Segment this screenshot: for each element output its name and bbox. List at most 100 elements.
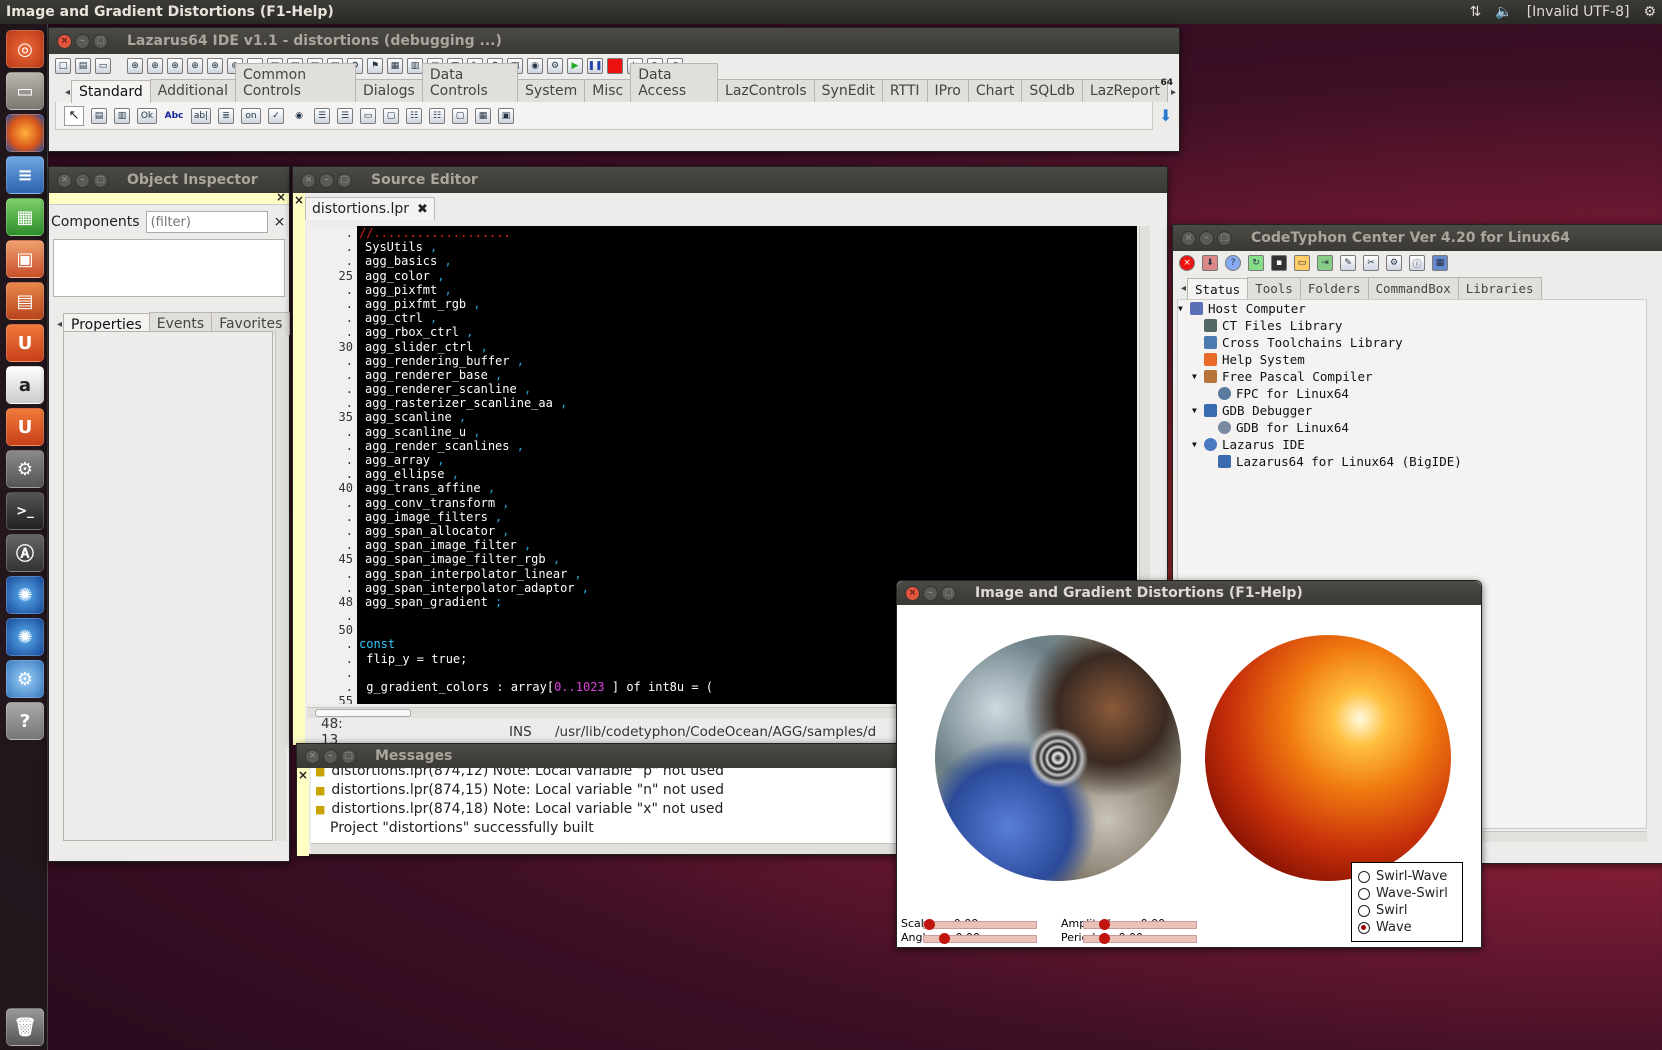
minimize-icon[interactable]: –	[323, 748, 338, 764]
close-icon[interactable]: ×	[305, 748, 320, 764]
radio-swirl[interactable]: Swirl	[1358, 902, 1462, 919]
tab-status[interactable]: Status	[1187, 278, 1249, 300]
file-tab[interactable]: distortions.lpr ✖	[305, 197, 435, 220]
maximize-icon[interactable]: □	[93, 172, 108, 188]
info-icon[interactable]: ⓘ	[1409, 255, 1425, 271]
firefox-icon[interactable]	[6, 114, 44, 152]
download-icon[interactable]: ⬇	[1202, 255, 1218, 271]
tradiogroup-icon[interactable]: ☷	[406, 107, 422, 124]
close-icon[interactable]: ×	[57, 33, 72, 49]
tbutton-icon[interactable]: Ok	[137, 107, 157, 124]
tab-system[interactable]: System	[517, 79, 586, 102]
tradiobutton-icon[interactable]: ◉	[291, 108, 307, 124]
message-item[interactable]: ■ distortions.lpr(874,12) Note: Local var…	[311, 768, 905, 782]
save-all-icon[interactable]: ⊕	[167, 58, 183, 74]
tab-additional[interactable]: Additional	[149, 79, 237, 102]
ubuntu-one-icon[interactable]: U	[6, 324, 44, 362]
tcheckbox-icon[interactable]: ✓	[268, 107, 284, 124]
scale-slider[interactable]	[923, 919, 1037, 930]
folder-icon[interactable]: ▭	[1294, 255, 1310, 271]
tree-node[interactable]: CT Files Library	[1178, 317, 1646, 334]
open-file-icon[interactable]: ⊕	[127, 58, 143, 74]
messages-list[interactable]: ■ distortions.lpr(874,12) Note: Local var…	[311, 768, 905, 844]
close-icon[interactable]: ×	[301, 172, 316, 188]
tab-ipro[interactable]: IPro	[926, 79, 969, 102]
view-units-icon[interactable]: ⊕	[207, 58, 223, 74]
tmainmenu-icon[interactable]: ▤	[91, 107, 107, 124]
close-icon[interactable]: ×	[57, 172, 72, 188]
codetyphon-swirl-icon[interactable]: ✺	[6, 576, 44, 614]
trash-icon[interactable]: 🗑	[6, 1008, 44, 1046]
radio-wave-swirl[interactable]: Wave-Swirl	[1358, 885, 1462, 902]
impress-icon[interactable]: ▣	[6, 240, 44, 278]
toggle-form-icon[interactable]: ⊕	[187, 58, 203, 74]
ubuntu-one-music-icon[interactable]: U	[6, 408, 44, 446]
minimize-icon[interactable]: –	[75, 33, 90, 49]
tab-libraries[interactable]: Libraries	[1457, 277, 1542, 299]
tab-lazcontrols[interactable]: LazControls	[717, 79, 815, 102]
tlistbox-icon[interactable]: ☰	[314, 107, 330, 124]
period-slider-knob[interactable]	[1099, 933, 1111, 944]
tab-chart[interactable]: Chart	[967, 79, 1023, 102]
ubuntu-dash-icon[interactable]: ◎	[6, 30, 44, 68]
brush-icon[interactable]: ✎	[1340, 255, 1356, 271]
tscrollbar-icon[interactable]: ▭	[360, 107, 376, 124]
pause-icon[interactable]: ❚❚	[587, 58, 603, 74]
amplitude-slider-knob[interactable]	[1099, 919, 1111, 930]
layout-icon[interactable]: ▥	[407, 58, 423, 74]
maximize-icon[interactable]: □	[337, 172, 352, 188]
update-manager-icon[interactable]: Ⓐ	[6, 534, 44, 572]
gear-icon[interactable]: ⚙	[1643, 4, 1656, 20]
tree-node[interactable]: Lazarus64 for Linux64 (BigIDE)	[1178, 453, 1646, 470]
tcombobox-icon[interactable]: ☰	[337, 107, 353, 124]
network-arrows-icon[interactable]: ⇅	[1470, 4, 1482, 20]
tab-standard[interactable]: Standard	[71, 80, 151, 103]
maximize-icon[interactable]: □	[341, 748, 356, 764]
download-arrow-icon[interactable]: ⬇	[1159, 106, 1175, 125]
tab-misc[interactable]: Misc	[584, 79, 632, 102]
lazarus64-icon[interactable]: ▦	[1432, 255, 1448, 271]
period-slider[interactable]	[1083, 933, 1197, 944]
codetyphon-center-icon[interactable]: ✺	[6, 618, 44, 656]
help-icon[interactable]: ?	[1225, 255, 1241, 271]
tmemo-icon[interactable]: ≣	[218, 107, 234, 124]
tree-node[interactable]: FPC for Linux64	[1178, 385, 1646, 402]
tree-node[interactable]: GDB for Linux64	[1178, 419, 1646, 436]
ttogglebox-icon[interactable]: on	[241, 107, 261, 124]
close-circle-icon[interactable]: ×	[1179, 255, 1195, 271]
tab-commandbox[interactable]: CommandBox	[1367, 277, 1459, 299]
tree-node[interactable]: ▼ Free Pascal Compiler	[1178, 368, 1646, 385]
close-dock-icon[interactable]: ×	[297, 768, 308, 782]
breakpoint-icon[interactable]: ◉	[527, 58, 543, 74]
run-icon[interactable]: ▶	[567, 58, 583, 74]
tree-node[interactable]: Help System	[1178, 351, 1646, 368]
close-dock-icon[interactable]: ×	[276, 190, 286, 204]
tree-node[interactable]: ▼ GDB Debugger	[1178, 402, 1646, 419]
stop-icon[interactable]: ■	[607, 58, 623, 74]
tools-icon[interactable]: ✂	[1363, 255, 1379, 271]
tab-tools[interactable]: Tools	[1247, 277, 1301, 299]
tab-dialogs[interactable]: Dialogs	[354, 79, 423, 102]
radio-wave[interactable]: Wave	[1358, 919, 1462, 936]
new-form-icon[interactable]: ▤	[75, 58, 91, 74]
message-item[interactable]: ■ distortions.lpr(874,18) Note: Local var…	[311, 801, 905, 820]
view-form-icon[interactable]: ▦	[387, 58, 403, 74]
refresh-icon[interactable]: ↻	[1248, 255, 1264, 271]
messages-hscroll[interactable]	[311, 843, 905, 854]
tlabel-icon[interactable]: Abc	[164, 108, 184, 124]
tactionlist-icon[interactable]: ▣	[498, 107, 514, 124]
export-icon[interactable]: ⇥	[1317, 255, 1333, 271]
terminal-icon[interactable]: >_	[6, 492, 44, 530]
system-settings-icon[interactable]: ⚙	[6, 450, 44, 488]
status-text[interactable]: [Invalid UTF-8]	[1527, 4, 1630, 20]
calc-icon[interactable]: ▦	[6, 198, 44, 236]
tab-lazreport[interactable]: LazReport	[1081, 79, 1168, 102]
step-icon[interactable]: ⚙	[547, 58, 563, 74]
tab-common-controls[interactable]: Common Controls	[235, 63, 356, 102]
minimize-icon[interactable]: –	[923, 585, 938, 601]
tab-rtti[interactable]: RTTI	[881, 79, 928, 102]
new-unit-icon[interactable]: □	[55, 58, 71, 74]
tree-node[interactable]: ▼ Lazarus IDE	[1178, 436, 1646, 453]
save-icon[interactable]: ⊕	[147, 58, 163, 74]
close-icon[interactable]: ×	[1181, 230, 1196, 246]
